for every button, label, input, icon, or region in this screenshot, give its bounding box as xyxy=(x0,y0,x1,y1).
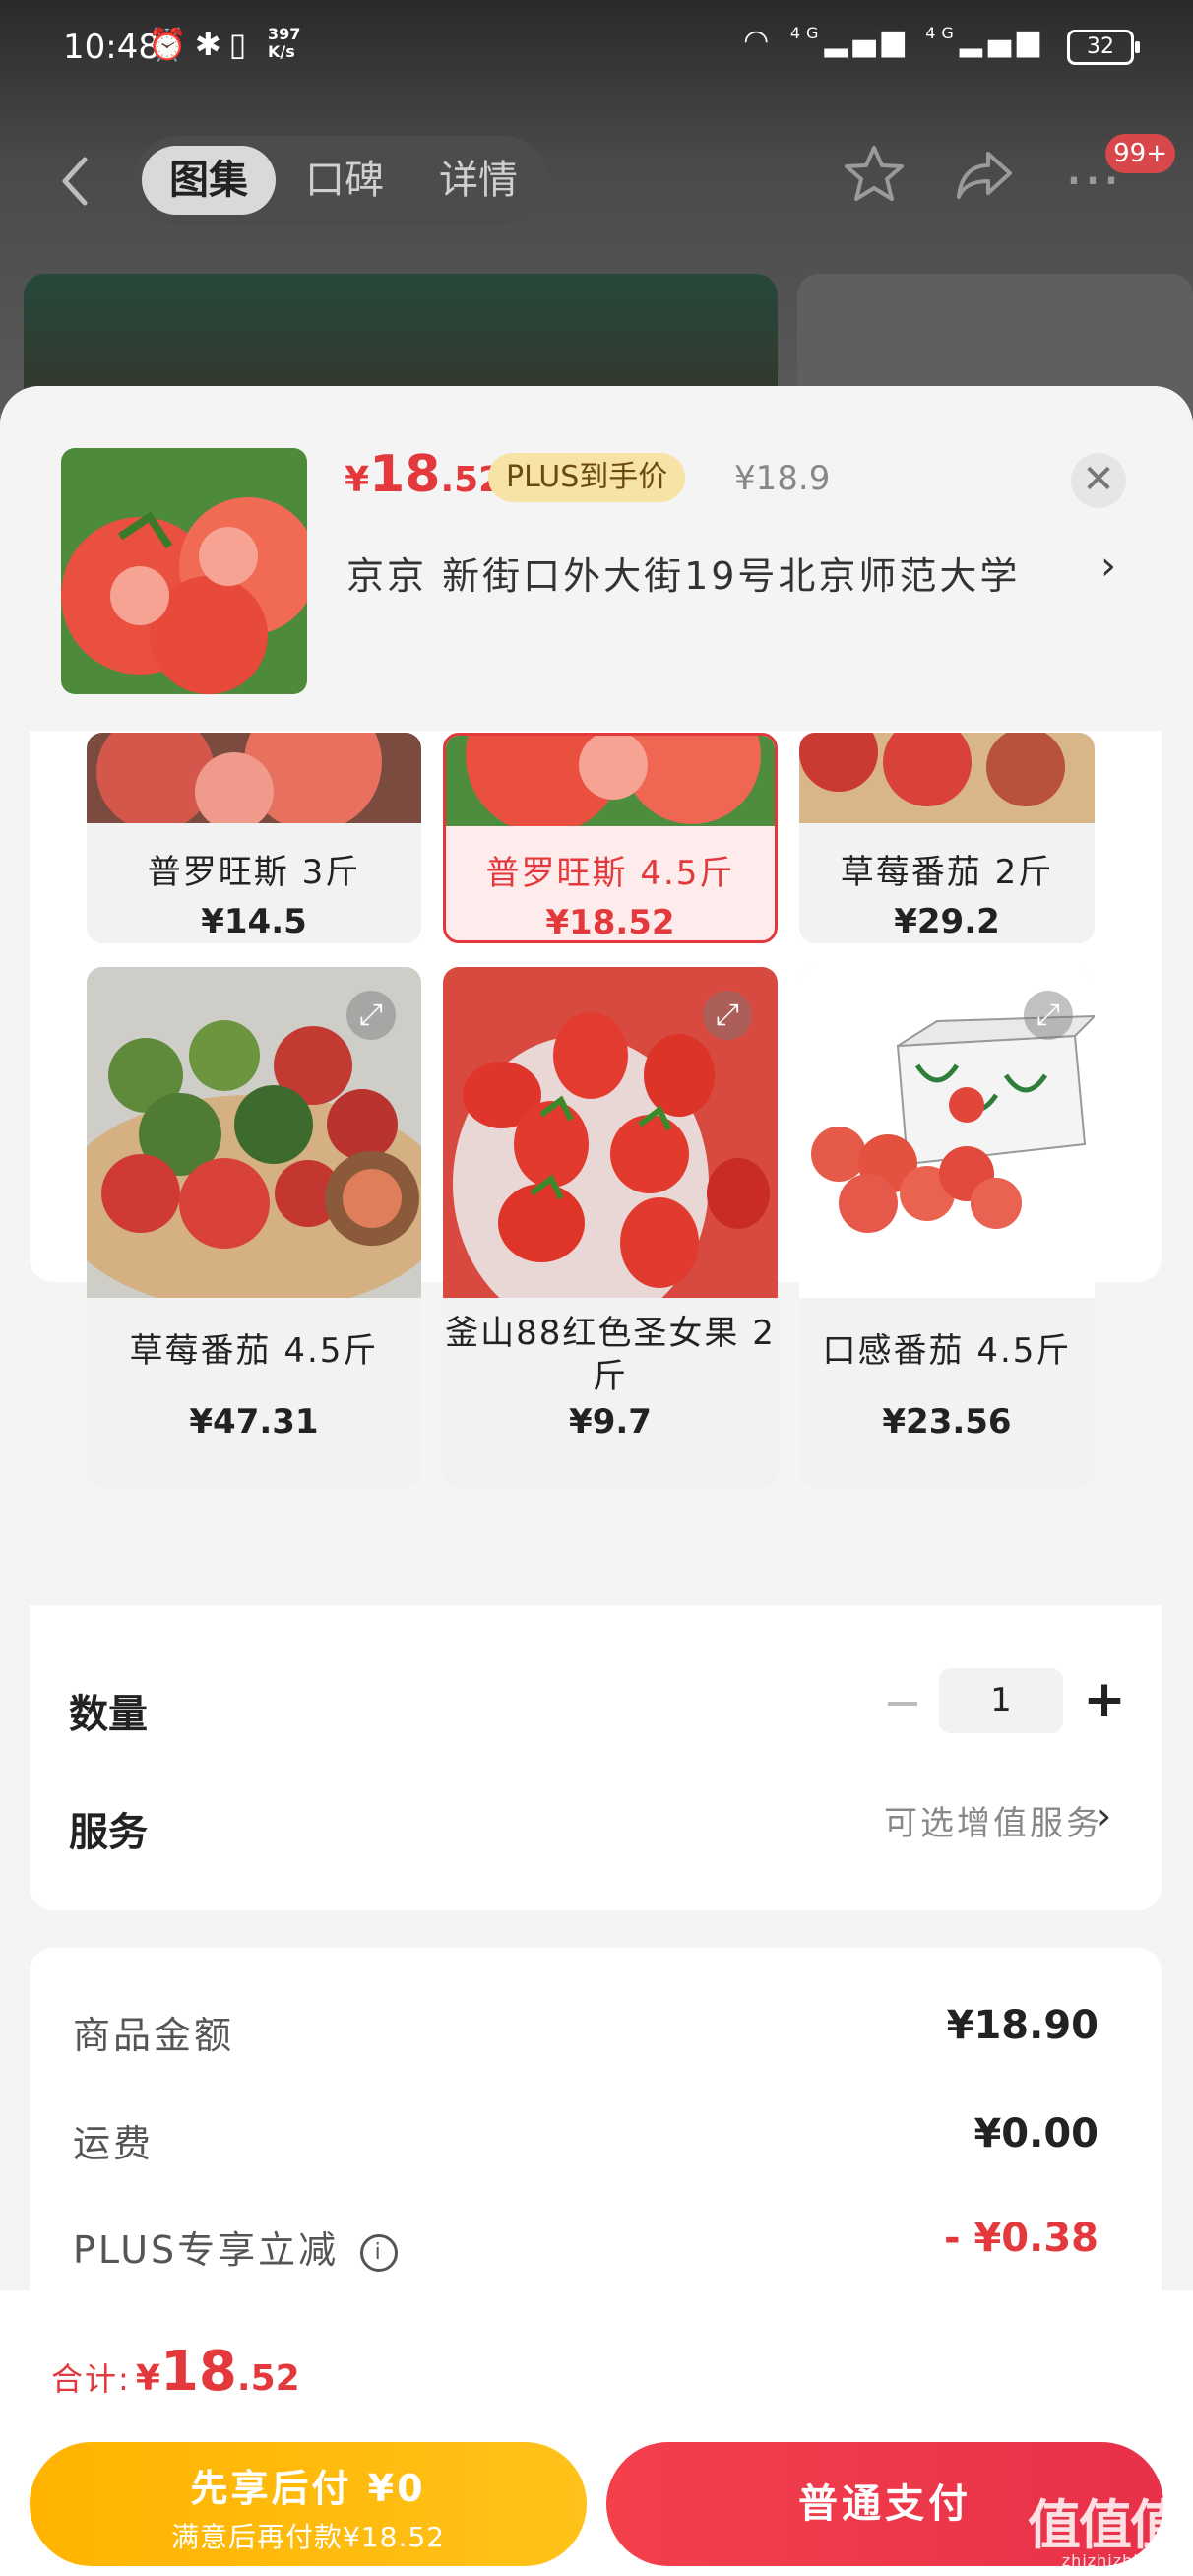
plus-price-tag: PLUS到手价 xyxy=(488,453,686,502)
checkout-footer: 合计: ¥18.52 先享后付 ¥0 满意后再付款¥18.52 普通支付 值值值… xyxy=(0,2290,1193,2576)
expand-button[interactable]: ⤢ xyxy=(703,991,752,1040)
variant-price: ¥47.31 xyxy=(189,1402,319,1442)
quantity-label: 数量 xyxy=(69,1692,148,1737)
pay-later-button[interactable]: 先享后付 ¥0 满意后再付款¥18.52 xyxy=(30,2442,587,2566)
quantity-decrease-button[interactable]: − xyxy=(878,1678,927,1727)
expand-button[interactable]: ⤢ xyxy=(1024,991,1073,1040)
battery-icon: 32 xyxy=(1067,30,1140,65)
variant-card[interactable]: ⤢ 釜山88红色圣女果 2斤 ¥9.7 xyxy=(443,967,778,1487)
variant-name: 草莓番茄 2斤 xyxy=(840,853,1054,892)
summary-label: 运费 xyxy=(73,2122,155,2165)
wifi-icon: ◠ xyxy=(743,24,776,58)
expand-icon: ⤢ xyxy=(1036,998,1060,1032)
status-icons-right: ◠ 4G▂▄▆ 4G▂▄▆ xyxy=(743,24,1045,58)
variant-image xyxy=(799,733,1095,823)
message-badge: 99+ xyxy=(1105,134,1175,173)
summary-value: ¥18.90 xyxy=(946,2003,1099,2048)
clock: 10:48 xyxy=(63,28,159,67)
variant-price: ¥18.52 xyxy=(545,903,675,942)
chevron-right-icon[interactable]: › xyxy=(1100,544,1116,589)
variant-name: 口感番茄 4.5斤 xyxy=(822,1331,1072,1371)
back-button[interactable] xyxy=(51,152,98,211)
info-icon[interactable]: i xyxy=(360,2233,399,2272)
summary-label: 商品金额 xyxy=(73,2014,235,2057)
net-speed: 397 K/s xyxy=(268,25,301,61)
summary-discount: - ¥0.38 xyxy=(943,2216,1099,2261)
variant-price: ¥23.56 xyxy=(882,1402,1012,1442)
current-price: ¥18.52 xyxy=(345,445,504,504)
product-thumbnail xyxy=(61,448,307,694)
variant-card-selected[interactable]: 普罗旺斯 4.5斤 ¥18.52 xyxy=(443,733,778,943)
top-nav: 图集 口碑 详情 ··· 99+ xyxy=(0,128,1193,246)
chevron-left-icon xyxy=(62,157,88,206)
variant-price: ¥14.5 xyxy=(201,902,307,941)
share-icon xyxy=(957,152,1012,199)
signal-icon-2: 4G▂▄▆ xyxy=(925,24,1045,58)
expand-icon: ⤢ xyxy=(359,998,383,1032)
expand-button[interactable]: ⤢ xyxy=(346,991,396,1040)
tab-details[interactable]: 详情 xyxy=(411,146,545,215)
variant-card[interactable]: 普罗旺斯 3斤 ¥14.5 xyxy=(87,733,421,943)
variant-image xyxy=(446,736,775,826)
tab-bar: 图集 口碑 详情 xyxy=(134,136,547,225)
expand-icon: ⤢ xyxy=(716,998,739,1032)
quantity-input[interactable]: 1 xyxy=(939,1668,1063,1733)
original-price: ¥18.9 xyxy=(734,459,831,498)
summary-value: ¥0.00 xyxy=(973,2111,1099,2157)
variant-name: 釜山88红色圣女果 2斤 xyxy=(445,1314,776,1396)
chevron-right-icon[interactable]: › xyxy=(1097,1794,1111,1837)
status-bar: 10:48 ⏰✱▯ 397 K/s ◠ 4G▂▄▆ 4G▂▄▆ 32 xyxy=(0,0,1193,98)
delivery-address[interactable]: 京京 新街口外大街19号北京师范大学 xyxy=(346,546,1020,600)
quantity-increase-button[interactable]: + xyxy=(1077,1672,1132,1727)
variant-name: 草莓番茄 4.5斤 xyxy=(129,1331,379,1371)
service-hint[interactable]: 可选增值服务 xyxy=(884,1796,1102,1844)
pay-later-subtitle: 满意后再付款¥18.52 xyxy=(171,2521,445,2553)
status-icons-left: ⏰✱▯ xyxy=(148,26,255,63)
watermark: 值值值 zhizhizhi.com xyxy=(1028,2494,1183,2570)
variant-image xyxy=(87,733,421,823)
variant-card[interactable]: ⤢ 草莓番茄 4.5斤 ¥47.31 xyxy=(87,967,421,1487)
variant-price: ¥9.7 xyxy=(569,1402,652,1442)
summary-label: PLUS专享立减 i xyxy=(73,2220,399,2274)
variant-name: 普罗旺斯 4.5斤 xyxy=(485,854,735,893)
options-panel xyxy=(30,1605,1162,1910)
pay-later-title: 先享后付 ¥0 xyxy=(190,2467,426,2510)
close-button[interactable]: ✕ xyxy=(1071,453,1126,508)
total-amount: 合计: ¥18.52 xyxy=(51,2340,300,2404)
sheet-header: ¥18.52 PLUS到手价 ¥18.9 ✕ 京京 新街口外大街19号北京师范大… xyxy=(0,386,1193,731)
sku-sheet: ¥18.52 PLUS到手价 ¥18.9 ✕ 京京 新街口外大街19号北京师范大… xyxy=(0,386,1193,2576)
variant-card[interactable]: 草莓番茄 2斤 ¥29.2 xyxy=(799,733,1095,943)
tab-reviews[interactable]: 口碑 xyxy=(278,146,411,215)
variant-card[interactable]: ⤢ 口感番茄 4.5斤 ¥23.56 xyxy=(799,967,1095,1487)
tab-gallery[interactable]: 图集 xyxy=(142,146,276,215)
service-label: 服务 xyxy=(69,1810,148,1855)
star-icon xyxy=(845,146,904,201)
close-icon: ✕ xyxy=(1082,457,1115,502)
signal-icon-1: 4G▂▄▆ xyxy=(789,24,910,58)
variant-price: ¥29.2 xyxy=(894,902,1000,941)
favorite-button[interactable] xyxy=(835,142,913,221)
share-button[interactable] xyxy=(945,142,1024,221)
variant-name: 普罗旺斯 3斤 xyxy=(147,853,361,892)
